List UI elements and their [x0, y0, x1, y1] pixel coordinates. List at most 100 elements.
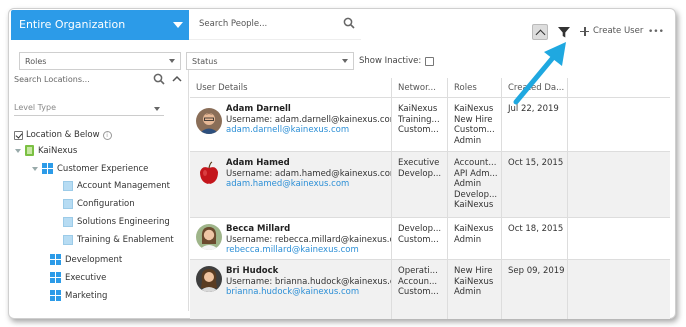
avatar [196, 266, 222, 292]
user-email-link[interactable]: adam.hamed@kainexus.com [226, 179, 391, 190]
collapse-filters-button[interactable] [532, 24, 548, 40]
chevron-down-icon [342, 59, 348, 63]
chevron-down-icon [169, 59, 175, 63]
user-email-link[interactable]: rebecca.millard@kainexus.com [226, 245, 391, 256]
chevron-down-icon [173, 22, 183, 28]
networks-cell: Develop... Custom... [392, 218, 448, 259]
networks-cell: Operati... Accoun... Custom... [392, 260, 448, 319]
create-user-button[interactable]: Create User [580, 26, 643, 36]
search-icon[interactable] [153, 73, 165, 85]
more-options-icon[interactable]: ••• [648, 27, 664, 37]
network-item: Training... [398, 114, 440, 125]
users-table: User Details Networ... Roles Created Da.… [190, 78, 676, 319]
organization-selector[interactable]: Entire Organization [11, 10, 189, 40]
network-item: Custom... [398, 287, 439, 297]
created-date-cell: Oct 18, 2015 [502, 218, 568, 259]
roles-cell: New Hire KaiNexus Admin [448, 260, 502, 319]
tree-item-training-enablement[interactable]: Training & Enablement [63, 235, 174, 245]
table-row[interactable]: Adam Hamed Username: adam.hamed@kainexus… [190, 152, 670, 218]
level-type-select[interactable]: Level Type [14, 100, 164, 116]
tree-item-label: KaiNexus [38, 145, 78, 156]
table-row[interactable]: Bri Hudock Username: brianna.hudock@kain… [190, 260, 670, 319]
show-inactive-checkbox[interactable] [425, 56, 435, 66]
grid-icon [50, 272, 61, 283]
expand-triangle-icon[interactable] [32, 166, 38, 171]
tree-item-account-management[interactable]: Account Management [63, 181, 170, 191]
avatar [196, 224, 222, 250]
user-username: Username: brianna.hudock@kainexus.com [226, 276, 392, 287]
plus-icon [580, 26, 589, 36]
networks-cell: KaiNexus Training... Custom... [392, 98, 448, 151]
user-name[interactable]: Bri Hudock [226, 266, 391, 277]
column-header-user-details[interactable]: User Details [190, 78, 392, 98]
filter-icon[interactable] [557, 25, 571, 39]
user-email-link[interactable]: brianna.hudock@kainexus.com [226, 287, 391, 298]
column-header-networks[interactable]: Networ... [392, 78, 448, 98]
tree-item-label: Development [65, 254, 123, 265]
user-details-cell: Becca Millard Username: rebecca.millard@… [190, 218, 392, 259]
annotation-arrow-icon [513, 42, 566, 105]
tree-item-label: Executive [65, 272, 107, 283]
table-row[interactable]: Adam Darnell Username: adam.darnell@kain… [190, 98, 670, 152]
search-locations-placeholder: Search Locations... [14, 75, 90, 84]
expand-triangle-icon[interactable] [15, 148, 21, 153]
show-inactive-toggle[interactable]: Show Inactive: [359, 56, 435, 66]
search-locations-input[interactable]: Search Locations... [14, 75, 154, 91]
tree-item-label: Account Management [77, 181, 171, 191]
chevron-down-icon [154, 107, 160, 111]
roles-filter[interactable]: Roles [19, 52, 181, 70]
tree-item-customer-experience[interactable]: Customer Experience [32, 163, 148, 174]
tree-item-configuration[interactable]: Configuration [63, 199, 135, 209]
user-details-cell: Adam Darnell Username: adam.darnell@kain… [190, 98, 392, 151]
chevron-up-icon[interactable] [171, 73, 183, 85]
role-item: Admin [454, 287, 482, 297]
tree-item-marketing[interactable]: Marketing [50, 290, 107, 301]
user-name[interactable]: Adam Hamed [226, 158, 391, 169]
role-item: KaiNexus [454, 104, 494, 114]
tree-item-executive[interactable]: Executive [50, 272, 106, 283]
role-item: Develop... [454, 189, 498, 200]
user-details-cell: Adam Hamed Username: adam.hamed@kainexus… [190, 152, 392, 217]
role-item: KaiNexus [454, 276, 494, 287]
created-date-cell: Sep 09, 2019 [502, 260, 568, 319]
network-item: Operati... [398, 266, 438, 276]
network-item: Develop... [398, 224, 442, 234]
role-item: KaiNexus [454, 200, 494, 210]
user-username: Username: rebecca.millard@kainexus.com [226, 234, 392, 245]
location-below-toggle[interactable]: Location & Below i [14, 130, 112, 140]
role-item: KaiNexus [454, 224, 494, 234]
avatar [196, 108, 222, 134]
role-item: Account... [454, 158, 497, 168]
tree-item-label: Customer Experience [57, 163, 149, 174]
status-filter[interactable]: Status [186, 52, 354, 70]
location-below-checkbox[interactable] [14, 130, 23, 140]
network-item: Custom... [398, 125, 439, 135]
grid-icon [50, 290, 61, 301]
tree-item-solutions-engineering[interactable]: Solutions Engineering [63, 217, 170, 227]
column-header-roles[interactable]: Roles [448, 78, 502, 98]
kainexus-icon [25, 145, 34, 156]
network-item: Custom... [398, 234, 439, 245]
user-email-link[interactable]: adam.darnell@kainexus.com [226, 125, 391, 136]
user-name[interactable]: Adam Darnell [226, 104, 391, 115]
tree-item-kainexus[interactable]: KaiNexus [15, 145, 77, 156]
tree-item-development[interactable]: Development [50, 254, 122, 265]
search-icon[interactable] [343, 17, 355, 29]
user-name[interactable]: Becca Millard [226, 224, 391, 235]
network-item: Accoun... [398, 276, 438, 287]
tree-item-label: Marketing [65, 290, 108, 301]
organization-title: Entire Organization [19, 18, 126, 31]
tree-item-label: Training & Enablement [77, 235, 174, 245]
info-icon[interactable]: i [102, 130, 112, 140]
created-date: Oct 15, 2015 [508, 158, 564, 168]
search-people-placeholder: Search People... [199, 19, 268, 29]
show-inactive-label: Show Inactive: [359, 56, 422, 66]
role-item: New Hire [454, 114, 493, 125]
search-people-input[interactable]: Search People... [189, 10, 361, 40]
level-type-label: Level Type [14, 103, 57, 112]
role-item: Admin [454, 179, 482, 189]
location-below-label: Location & Below [26, 130, 100, 140]
table-row[interactable]: Becca Millard Username: rebecca.millard@… [190, 218, 670, 260]
user-username: Username: adam.darnell@kainexus.com [226, 114, 392, 125]
square-icon [63, 217, 73, 227]
